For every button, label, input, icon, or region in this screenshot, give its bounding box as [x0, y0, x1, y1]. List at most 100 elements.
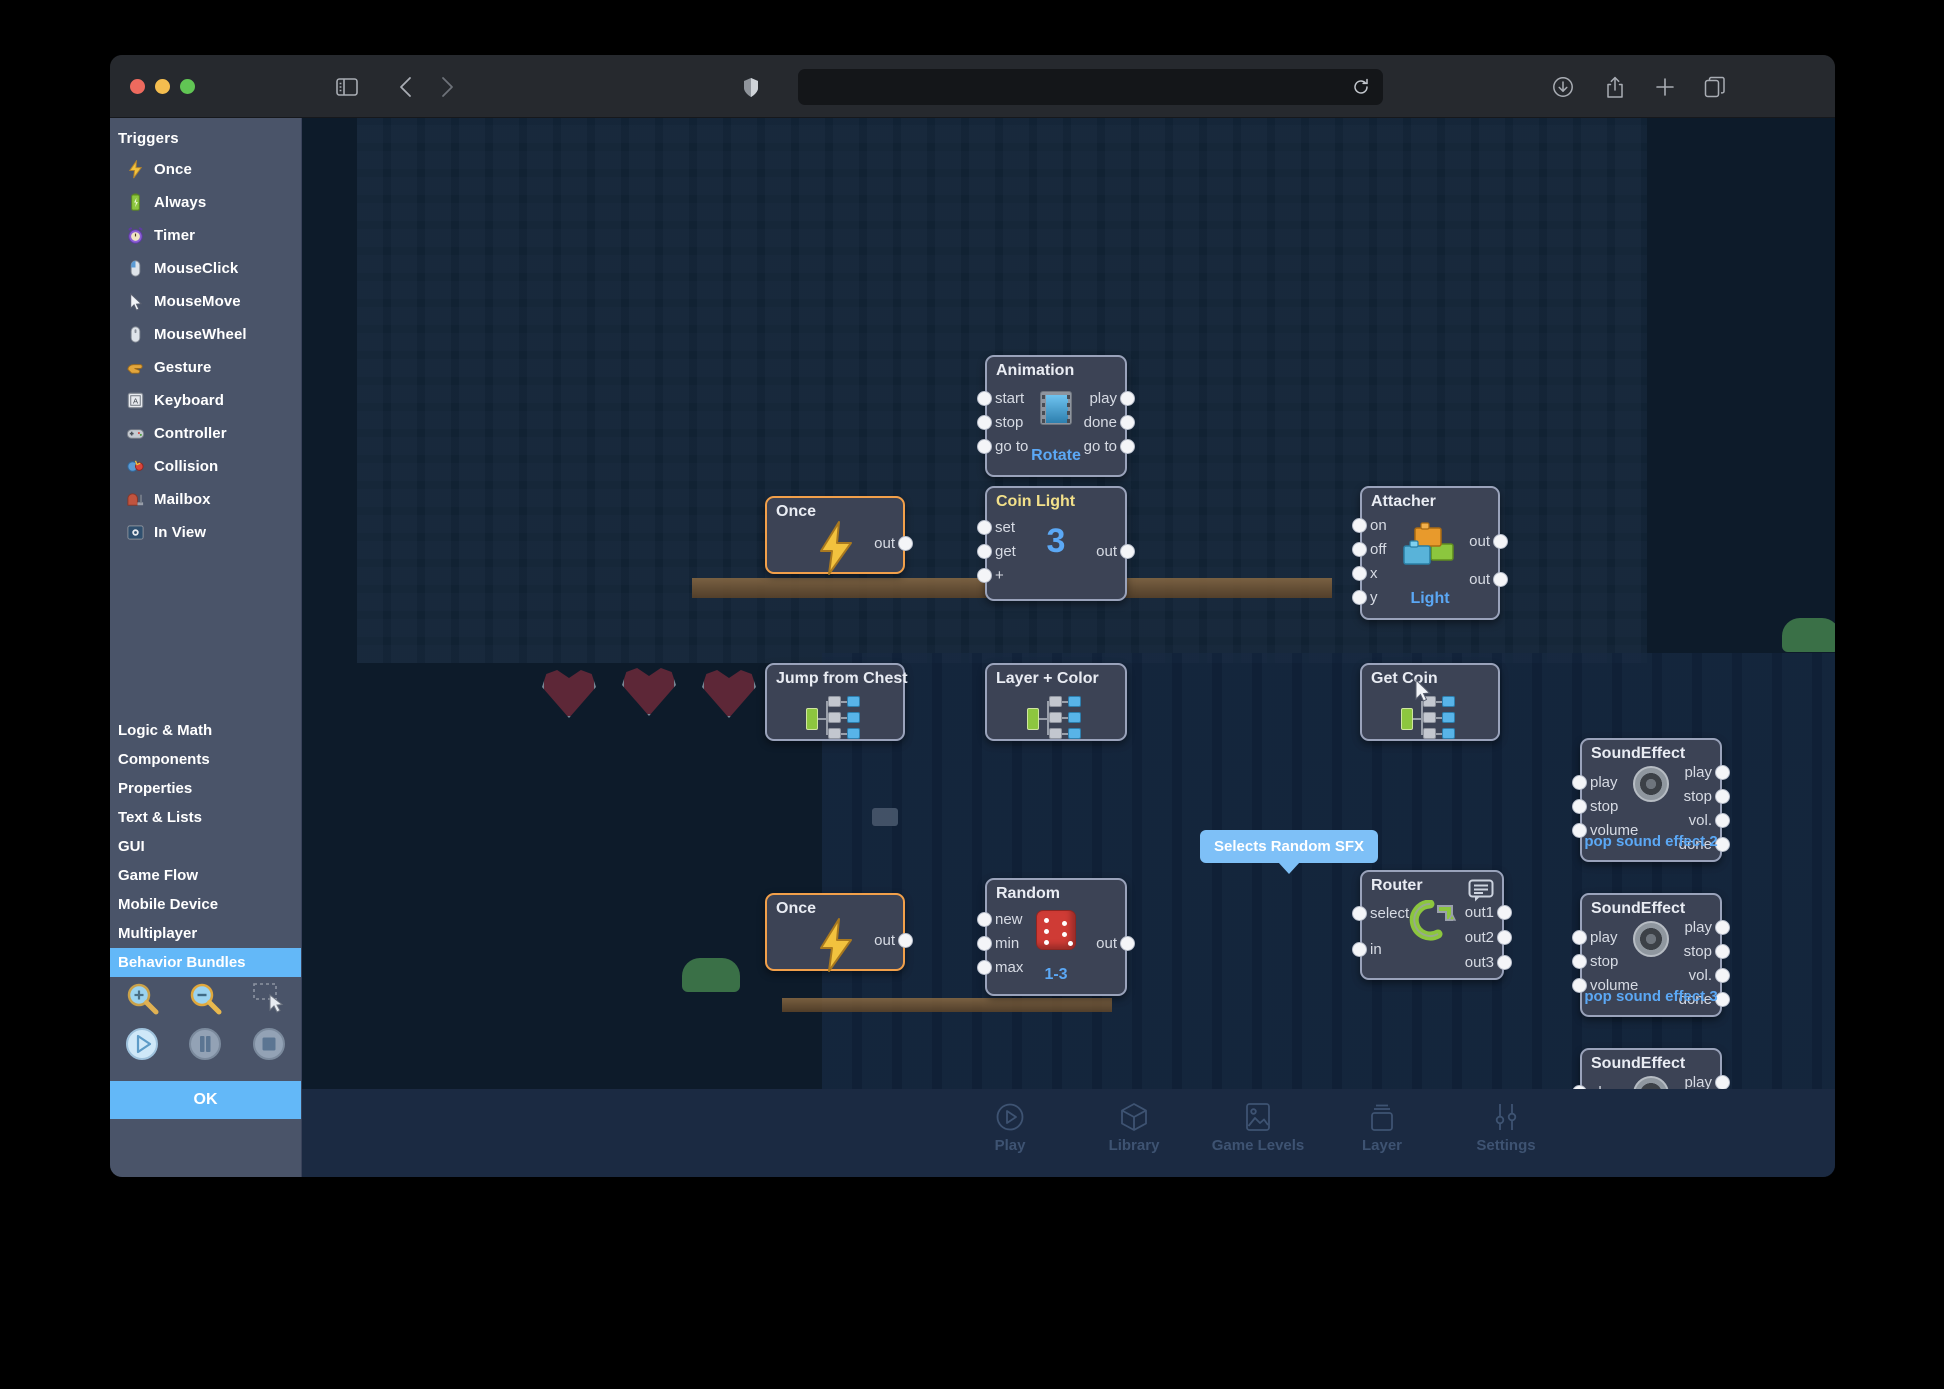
new-tab-button[interactable] [1650, 72, 1680, 102]
output-port-dot[interactable] [1120, 544, 1135, 559]
node-router[interactable]: Router select in out1 out2 out3 [1352, 870, 1512, 980]
input-port-dot[interactable] [1572, 775, 1587, 790]
output-port-label: out [874, 932, 895, 949]
node-layercolor[interactable]: Layer + Color [985, 663, 1127, 741]
input-port-dot[interactable] [1572, 930, 1587, 945]
trigger-item-mousemove[interactable]: MouseMove [126, 285, 301, 318]
node-once1[interactable]: Once out [765, 496, 913, 575]
input-port-dot[interactable] [1572, 799, 1587, 814]
category-item-properties[interactable]: Properties [110, 774, 301, 803]
output-port-dot[interactable] [1715, 920, 1730, 935]
output-port-dot[interactable] [1497, 955, 1512, 970]
minimize-window-button[interactable] [155, 79, 170, 94]
bottom-tab-play[interactable]: Play [950, 1097, 1070, 1154]
output-port-dot[interactable] [1120, 415, 1135, 430]
output-port-dot[interactable] [1497, 905, 1512, 920]
bottom-tab-layer[interactable]: Layer [1322, 1097, 1442, 1154]
category-item-text-lists[interactable]: Text & Lists [110, 803, 301, 832]
output-port-dot[interactable] [1715, 813, 1730, 828]
trigger-item-keyboard[interactable]: A Keyboard [126, 384, 301, 417]
output-port-dot[interactable] [1120, 936, 1135, 951]
trigger-item-timer[interactable]: Timer [126, 219, 301, 252]
input-port-dot[interactable] [977, 544, 992, 559]
bottom-tab-game-levels[interactable]: Game Levels [1198, 1097, 1318, 1154]
category-item-gui[interactable]: GUI [110, 832, 301, 861]
node-attacher[interactable]: Attacher on off x y out out Light [1352, 486, 1508, 620]
input-port-dot[interactable] [1352, 518, 1367, 533]
input-port-dot[interactable] [977, 520, 992, 535]
address-bar[interactable] [798, 69, 1383, 105]
maximize-window-button[interactable] [180, 79, 195, 94]
behavior-graph-canvas[interactable]: Onceout Animation start stop go to play [302, 118, 1835, 1147]
output-port-dot[interactable] [1715, 944, 1730, 959]
output-port-dot[interactable] [1493, 534, 1508, 549]
node-jumpfromchest[interactable]: Jump from Chest [765, 663, 908, 741]
trigger-item-once[interactable]: Once [126, 153, 301, 186]
node-random[interactable]: Random new min max out 1-3 [977, 878, 1135, 996]
trigger-item-controller[interactable]: Controller [126, 417, 301, 450]
bottom-tab-library[interactable]: Library [1074, 1097, 1194, 1154]
input-port-dot[interactable] [977, 912, 992, 927]
back-button[interactable] [390, 72, 420, 102]
input-port-dot[interactable] [1572, 954, 1587, 969]
share-icon[interactable] [1600, 72, 1630, 102]
tab-overview-icon[interactable] [1700, 72, 1730, 102]
stop-icon[interactable] [237, 1021, 301, 1067]
bottom-tab-settings[interactable]: Settings [1446, 1097, 1566, 1154]
category-item-game-flow[interactable]: Game Flow [110, 861, 301, 890]
output-port-dot[interactable] [898, 536, 913, 551]
output-port-dot[interactable] [1715, 1075, 1730, 1090]
node-title: Animation [996, 362, 1075, 379]
bundle-icon [806, 696, 864, 740]
output-port-dot[interactable] [1715, 968, 1730, 983]
node-sfx3[interactable]: SoundEffect play stop volume play stop vo… [1572, 893, 1730, 1017]
shield-icon[interactable] [736, 72, 766, 102]
output-port-dot[interactable] [1715, 789, 1730, 804]
comment-icon[interactable] [1468, 879, 1494, 903]
category-item-mobile-device[interactable]: Mobile Device [110, 890, 301, 919]
output-port-dot[interactable] [1120, 391, 1135, 406]
trigger-item-mousewheel[interactable]: MouseWheel [126, 318, 301, 351]
trigger-item-mouseclick[interactable]: MouseClick [126, 252, 301, 285]
trigger-item-mailbox[interactable]: Mailbox [126, 483, 301, 516]
input-port-dot[interactable] [1352, 566, 1367, 581]
zoom-in-icon[interactable] [110, 975, 174, 1021]
close-window-button[interactable] [130, 79, 145, 94]
sidebar-icon[interactable] [332, 72, 362, 102]
node-sfx2[interactable]: SoundEffect play stop volume play stop vo… [1572, 738, 1730, 862]
forward-button[interactable] [432, 72, 462, 102]
ok-button[interactable]: OK [110, 1081, 301, 1119]
zoom-out-icon[interactable] [174, 975, 238, 1021]
output-port-dot[interactable] [898, 933, 913, 948]
input-port-dot[interactable] [977, 415, 992, 430]
category-item-behavior-bundles[interactable]: Behavior Bundles [110, 948, 301, 977]
input-port-dot[interactable] [1352, 942, 1367, 957]
input-port-dot[interactable] [1352, 906, 1367, 921]
input-port-dot[interactable] [977, 391, 992, 406]
output-port-dot[interactable] [1497, 930, 1512, 945]
input-port-dot[interactable] [977, 936, 992, 951]
output-port-label: out [1469, 533, 1490, 550]
pause-icon[interactable] [174, 1021, 238, 1067]
node-animation[interactable]: Animation start stop go to play done go … [977, 355, 1135, 477]
output-port-dot[interactable] [1493, 572, 1508, 587]
reload-icon[interactable] [1349, 75, 1373, 99]
play-icon[interactable] [110, 1021, 174, 1067]
marquee-select-icon[interactable] [237, 975, 301, 1021]
input-port-dot[interactable] [1352, 542, 1367, 557]
bottom-tab-label: Library [1108, 1137, 1160, 1154]
node-subtitle: pop sound effect 2 [1584, 833, 1718, 850]
category-item-multiplayer[interactable]: Multiplayer [110, 919, 301, 948]
category-item-logic-math[interactable]: Logic & Math [110, 716, 301, 745]
download-icon[interactable] [1548, 72, 1578, 102]
trigger-item-always[interactable]: Always [126, 186, 301, 219]
view-tools [110, 975, 301, 1067]
trigger-item-in-view[interactable]: In View [126, 516, 301, 549]
node-once2[interactable]: Once out [765, 893, 913, 972]
input-port-dot[interactable] [977, 568, 992, 583]
trigger-item-gesture[interactable]: Gesture [126, 351, 301, 384]
trigger-item-collision[interactable]: Collision [126, 450, 301, 483]
node-coinlight[interactable]: Coin Light 3 set get + out [977, 486, 1135, 601]
output-port-dot[interactable] [1715, 765, 1730, 780]
category-item-components[interactable]: Components [110, 745, 301, 774]
